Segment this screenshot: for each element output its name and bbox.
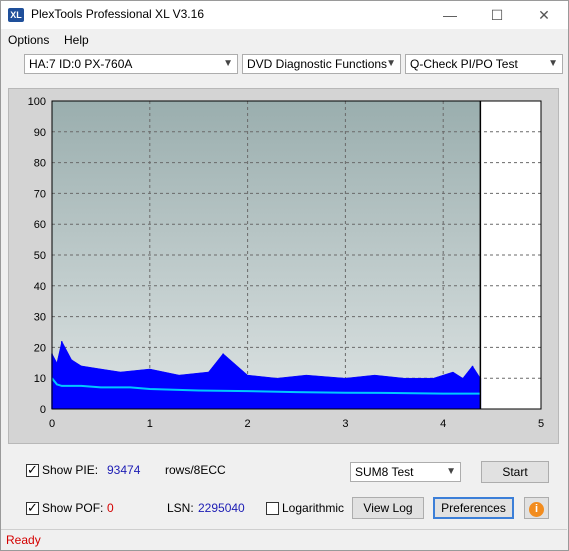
- rows-label: rows/8ECC: [165, 463, 226, 477]
- show-pof-checkbox[interactable]: [26, 500, 39, 516]
- start-button[interactable]: Start: [481, 461, 549, 483]
- y-tick-label: 100: [28, 96, 46, 108]
- x-tick-label: 1: [147, 418, 153, 430]
- logarithmic-label: Logarithmic: [282, 501, 345, 515]
- view-log-button[interactable]: View Log: [352, 497, 424, 519]
- maximize-button[interactable]: ☐: [474, 1, 520, 29]
- x-tick-label: 5: [538, 418, 544, 430]
- x-tick-label: 3: [342, 418, 348, 430]
- menu-help[interactable]: Help: [64, 33, 89, 47]
- y-tick-label: 30: [34, 312, 46, 324]
- y-tick-label: 0: [40, 404, 46, 416]
- function-select[interactable]: DVD Diagnostic Functions ▼: [242, 54, 401, 74]
- y-tick-label: 90: [34, 127, 46, 139]
- show-pie-label: Show PIE:: [42, 463, 99, 477]
- show-pie-checkbox[interactable]: [26, 462, 39, 478]
- show-pof-label: Show POF:: [42, 501, 104, 515]
- lsn-value: 2295040: [198, 501, 245, 515]
- info-icon: i: [529, 502, 544, 517]
- status-text: Ready: [6, 533, 41, 547]
- x-tick-label: 4: [440, 418, 446, 430]
- function-select-value: DVD Diagnostic Functions: [247, 57, 388, 71]
- chevron-down-icon: ▼: [446, 466, 456, 477]
- pi-po-chart: 0 10 20 30 40 50 60 70 80 90 100 0 1 2 3 4 5: [28, 96, 544, 430]
- minimize-button[interactable]: —: [427, 1, 473, 29]
- app-logo-icon: XL: [8, 8, 24, 22]
- lsn-label: LSN:: [167, 501, 194, 515]
- pof-value: 0: [107, 501, 114, 515]
- test-select[interactable]: Q-Check PI/PO Test ▼: [405, 54, 563, 74]
- y-tick-label: 70: [34, 188, 46, 200]
- preferences-button[interactable]: Preferences: [433, 497, 514, 519]
- x-tick-label: 2: [245, 418, 251, 430]
- sum8-select-value: SUM8 Test: [355, 465, 414, 479]
- drive-select[interactable]: HA:7 ID:0 PX-760A ▼: [24, 54, 238, 74]
- test-select-value: Q-Check PI/PO Test: [410, 57, 518, 71]
- info-button[interactable]: i: [524, 497, 549, 519]
- y-tick-label: 10: [34, 373, 46, 385]
- y-tick-label: 50: [34, 250, 46, 262]
- x-tick-label: 0: [49, 418, 55, 430]
- chevron-down-icon: ▼: [223, 58, 233, 69]
- chevron-down-icon: ▼: [386, 58, 396, 69]
- y-tick-label: 40: [34, 281, 46, 293]
- y-tick-label: 80: [34, 158, 46, 170]
- sum8-select[interactable]: SUM8 Test ▼: [350, 462, 461, 482]
- y-tick-label: 20: [34, 342, 46, 354]
- logarithmic-checkbox[interactable]: [266, 502, 279, 515]
- y-tick-label: 60: [34, 219, 46, 231]
- chevron-down-icon: ▼: [548, 58, 558, 69]
- drive-select-value: HA:7 ID:0 PX-760A: [29, 57, 133, 71]
- status-bar: [1, 529, 567, 550]
- menu-options[interactable]: Options: [8, 33, 49, 47]
- close-button[interactable]: ✕: [521, 1, 567, 29]
- window-title: PlexTools Professional XL V3.16: [31, 7, 204, 21]
- pie-value: 93474: [107, 463, 141, 477]
